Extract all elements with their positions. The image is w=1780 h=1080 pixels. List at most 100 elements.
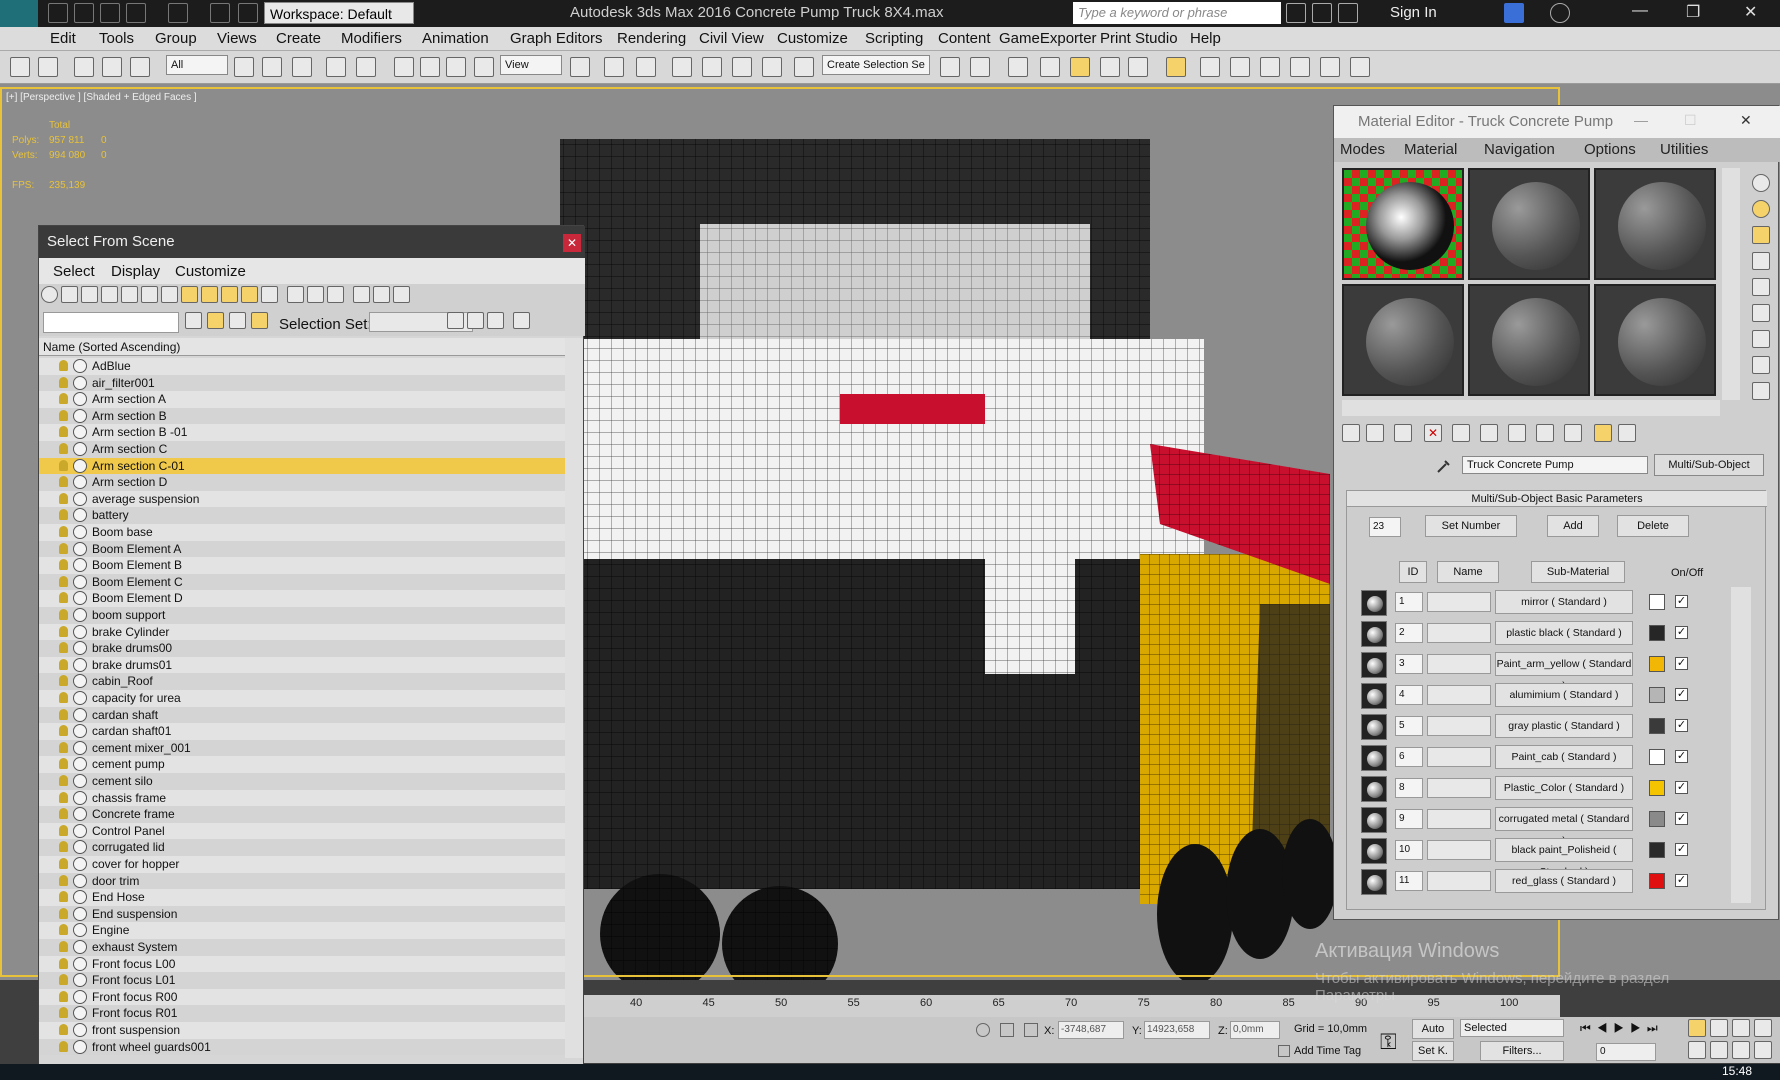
freeze-icon[interactable] bbox=[73, 491, 87, 506]
reset-map-icon[interactable]: ✕ bbox=[1424, 424, 1442, 442]
scene-object-row[interactable]: Boom Element B bbox=[39, 557, 565, 574]
menu-gameexporter[interactable]: GameExporter bbox=[999, 30, 1097, 47]
freeze-icon[interactable] bbox=[73, 691, 87, 705]
color-swatch[interactable] bbox=[1649, 594, 1665, 610]
menu-rendering[interactable]: Rendering bbox=[617, 30, 686, 47]
freeze-icon[interactable] bbox=[73, 956, 87, 971]
filter-clear-icon[interactable] bbox=[393, 286, 410, 303]
material-id-field[interactable]: 3 bbox=[1395, 654, 1423, 674]
make-unique-icon[interactable] bbox=[1452, 424, 1470, 442]
select-object-icon[interactable] bbox=[234, 57, 254, 77]
freeze-icon[interactable] bbox=[73, 707, 87, 722]
lightbulb-icon[interactable] bbox=[59, 758, 68, 770]
remove-selection-set-icon[interactable] bbox=[467, 312, 484, 329]
lightbulb-icon[interactable] bbox=[59, 907, 68, 919]
on-off-checkbox[interactable]: ✓ bbox=[1675, 781, 1688, 794]
material-id-field[interactable]: 2 bbox=[1395, 623, 1423, 643]
y-coordinate-field[interactable]: 14923,658 bbox=[1144, 1021, 1210, 1039]
freeze-icon[interactable] bbox=[73, 807, 87, 822]
lightbulb-icon[interactable] bbox=[59, 443, 68, 454]
name-filter-input[interactable] bbox=[43, 312, 179, 333]
scene-object-row[interactable]: Boom base bbox=[39, 524, 565, 541]
scene-object-row[interactable]: Boom Element A bbox=[39, 540, 565, 558]
display-geometry-icon[interactable] bbox=[41, 286, 58, 303]
percent-snap-icon[interactable] bbox=[732, 57, 752, 77]
freeze-icon[interactable] bbox=[73, 923, 87, 938]
sample-type-icon[interactable] bbox=[1752, 174, 1770, 192]
rollout-title[interactable]: Multi/Sub-Object Basic Parameters bbox=[1347, 491, 1767, 507]
communication-icon[interactable] bbox=[1312, 3, 1332, 23]
color-swatch[interactable] bbox=[1649, 873, 1665, 889]
display-hidden-icon[interactable] bbox=[261, 286, 278, 303]
lightbulb-icon[interactable] bbox=[59, 708, 68, 720]
material-preview-icon[interactable] bbox=[1361, 714, 1387, 740]
lightbulb-icon[interactable] bbox=[59, 824, 68, 836]
settings-icon[interactable] bbox=[513, 312, 530, 329]
menu-modifiers[interactable]: Modifiers bbox=[341, 30, 402, 47]
zoom-icon[interactable] bbox=[1688, 1019, 1706, 1037]
menu-scripting[interactable]: Scripting bbox=[865, 30, 923, 47]
freeze-icon[interactable] bbox=[73, 873, 87, 888]
rectangular-selection-icon[interactable] bbox=[292, 57, 312, 77]
options-icon[interactable] bbox=[1752, 330, 1770, 348]
menu-options[interactable]: Options bbox=[1584, 141, 1636, 158]
sub-material-button[interactable]: Plastic_Color ( Standard ) bbox=[1495, 776, 1633, 800]
material-preview-icon[interactable] bbox=[1361, 745, 1387, 771]
slots-scrollbar[interactable] bbox=[1722, 168, 1740, 400]
lightbulb-icon[interactable] bbox=[59, 692, 68, 703]
material-preview-icon[interactable] bbox=[1361, 590, 1387, 616]
favorites-star-icon[interactable] bbox=[1338, 3, 1358, 23]
lightbulb-icon[interactable] bbox=[59, 725, 68, 737]
color-swatch[interactable] bbox=[1649, 718, 1665, 734]
material-id-field[interactable]: 5 bbox=[1395, 716, 1423, 736]
scene-object-row[interactable]: front wheel guards001 bbox=[39, 1038, 565, 1056]
freeze-icon[interactable] bbox=[73, 674, 87, 689]
reference-coord-dropdown[interactable]: View bbox=[500, 55, 562, 75]
select-by-material-icon[interactable] bbox=[1752, 356, 1770, 374]
filter-options-icon[interactable] bbox=[373, 286, 390, 303]
lightbulb-icon[interactable] bbox=[59, 858, 68, 869]
video-color-check-icon[interactable] bbox=[1752, 278, 1770, 296]
freeze-icon[interactable] bbox=[73, 375, 87, 390]
material-preview-icon[interactable] bbox=[1361, 621, 1387, 647]
scene-object-row[interactable]: Concrete frame bbox=[39, 806, 565, 823]
scene-object-row[interactable]: brake drums01 bbox=[39, 656, 565, 674]
render-cloud-icon[interactable] bbox=[1320, 57, 1340, 77]
select-invert-icon[interactable] bbox=[327, 286, 344, 303]
material-name-field[interactable] bbox=[1427, 747, 1491, 767]
color-swatch[interactable] bbox=[1649, 656, 1665, 672]
material-name-field[interactable] bbox=[1427, 623, 1491, 643]
freeze-icon[interactable] bbox=[73, 890, 87, 905]
sub-material-button[interactable]: gray plastic ( Standard ) bbox=[1495, 714, 1633, 738]
backlight-icon[interactable] bbox=[1752, 200, 1770, 218]
render-iterative-icon[interactable] bbox=[1290, 57, 1310, 77]
help-icon[interactable] bbox=[1550, 3, 1570, 23]
freeze-icon[interactable] bbox=[73, 624, 87, 639]
x-coordinate-field[interactable]: -3748,687 bbox=[1058, 1021, 1124, 1039]
on-off-checkbox[interactable]: ✓ bbox=[1675, 843, 1688, 856]
zoom-extents-icon[interactable] bbox=[1732, 1019, 1750, 1037]
on-off-checkbox[interactable]: ✓ bbox=[1675, 626, 1688, 639]
freeze-icon[interactable] bbox=[73, 757, 87, 772]
go-forward-sibling-icon[interactable] bbox=[1618, 424, 1636, 442]
edit-named-selection-icon[interactable] bbox=[794, 57, 814, 77]
isolate-selection-icon[interactable] bbox=[976, 1023, 990, 1037]
scene-object-row[interactable]: End suspension bbox=[39, 905, 565, 923]
put-to-library-icon[interactable] bbox=[1480, 424, 1498, 442]
menu-content[interactable]: Content bbox=[938, 30, 991, 47]
render-setup-icon[interactable] bbox=[1200, 57, 1220, 77]
name-column-header[interactable]: Name (Sorted Ascending) bbox=[39, 338, 565, 356]
background-icon[interactable] bbox=[1752, 226, 1770, 244]
scene-object-row[interactable]: boom support bbox=[39, 607, 565, 624]
freeze-icon[interactable] bbox=[73, 724, 87, 739]
scene-object-row[interactable]: Arm section D bbox=[39, 474, 565, 491]
show-shaded-icon[interactable] bbox=[1536, 424, 1554, 442]
freeze-icon[interactable] bbox=[73, 840, 87, 855]
material-slot[interactable] bbox=[1594, 284, 1716, 396]
snaps-toggle-icon[interactable] bbox=[672, 57, 692, 77]
key-filter-dropdown[interactable]: Selected bbox=[1460, 1019, 1564, 1037]
scene-object-row[interactable]: Arm section C bbox=[39, 441, 565, 458]
sub-material-button[interactable]: black paint_Polisheid ( Standard ) bbox=[1495, 838, 1633, 878]
lightbulb-icon[interactable] bbox=[59, 409, 68, 421]
material-id-field[interactable]: 10 bbox=[1395, 840, 1423, 860]
